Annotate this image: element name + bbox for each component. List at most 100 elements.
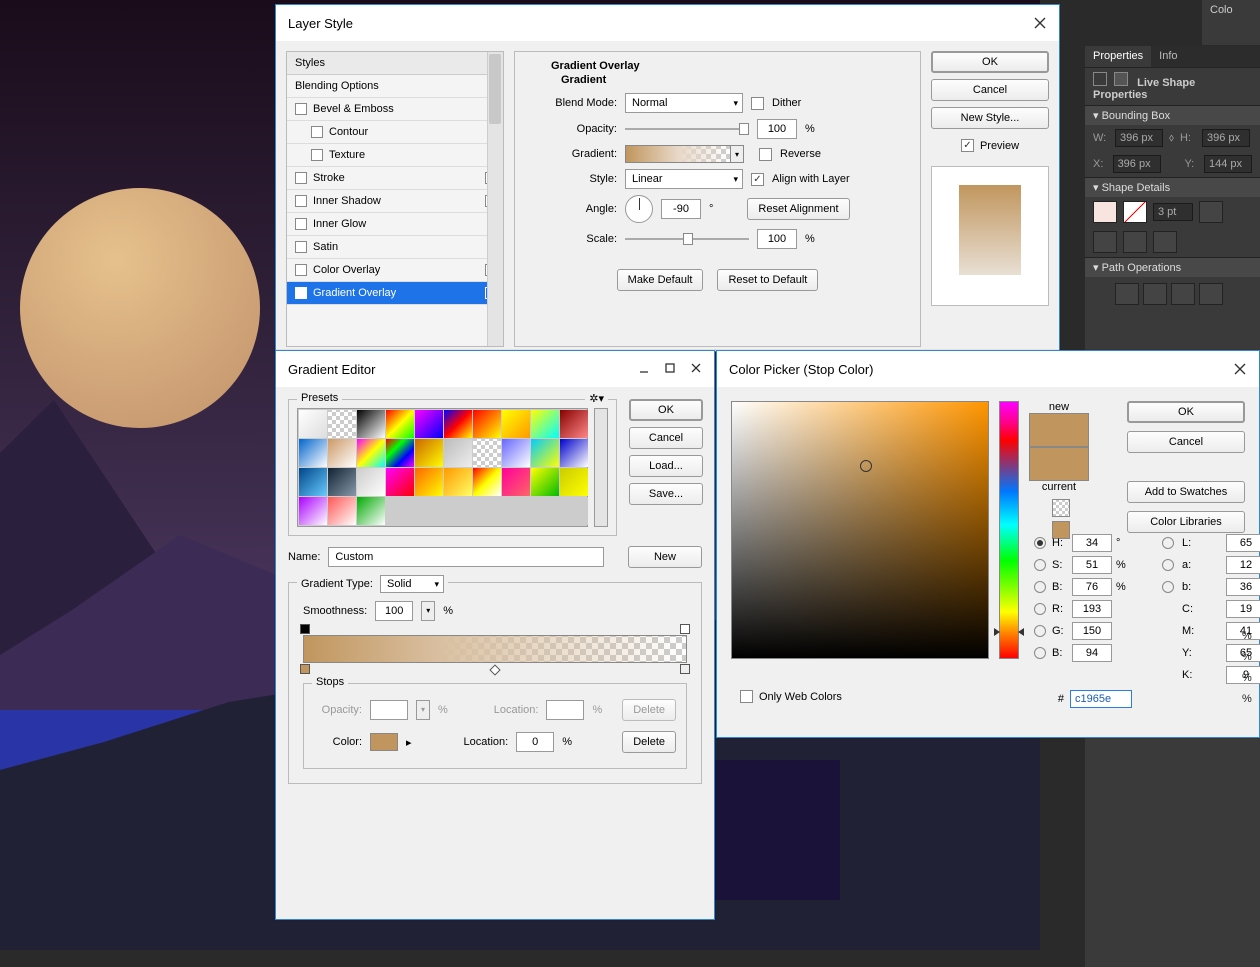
make-default-button[interactable]: Make Default [617, 269, 704, 291]
preset-swatch[interactable] [415, 439, 443, 467]
bb-radio[interactable] [1034, 647, 1046, 659]
minimize-icon[interactable] [638, 362, 650, 377]
c-input[interactable] [1226, 600, 1260, 618]
stroke-type[interactable] [1199, 201, 1223, 223]
a-radio[interactable] [1162, 559, 1174, 571]
ok-button[interactable]: OK [931, 51, 1049, 73]
preset-swatch[interactable] [502, 468, 530, 496]
pathop-intersect[interactable] [1171, 283, 1195, 305]
width-input[interactable] [1115, 129, 1163, 147]
gradient-bar[interactable] [303, 635, 687, 663]
height-input[interactable] [1202, 129, 1250, 147]
delete-color-stop[interactable]: Delete [622, 731, 676, 753]
style-item-texture[interactable]: Texture [287, 144, 503, 167]
pathop-combine[interactable] [1115, 283, 1139, 305]
new-color-swatch[interactable] [1029, 413, 1089, 447]
s-input[interactable] [1072, 556, 1112, 574]
reverse-checkbox[interactable] [759, 148, 772, 161]
preset-swatch[interactable] [560, 468, 588, 496]
add-swatches-button[interactable]: Add to Swatches [1127, 481, 1245, 503]
maximize-icon[interactable] [664, 362, 676, 377]
midpoint-diamond[interactable] [490, 664, 501, 675]
stop-color-swatch[interactable] [370, 733, 398, 751]
style-item-satin[interactable]: Satin [287, 236, 503, 259]
hue-slider[interactable] [999, 401, 1019, 659]
stroke-swatch[interactable] [1123, 201, 1147, 223]
link-icon[interactable]: ⬨ [1169, 132, 1174, 145]
preset-swatch[interactable] [299, 439, 327, 467]
preset-swatch[interactable] [473, 439, 501, 467]
a-input[interactable] [1226, 556, 1260, 574]
styles-scrollbar[interactable] [487, 52, 503, 346]
preset-swatch[interactable] [444, 439, 472, 467]
preset-swatch[interactable] [444, 410, 472, 438]
stroke-caps[interactable] [1123, 231, 1147, 253]
preset-swatch[interactable] [560, 410, 588, 438]
dither-checkbox[interactable] [751, 97, 764, 110]
style-item-color-overlay[interactable]: Color Overlay+ [287, 259, 503, 282]
style-item-gradient-overlay[interactable]: ✓Gradient Overlay+ [287, 282, 503, 305]
path-ops-head[interactable]: ▾ Path Operations [1085, 258, 1260, 277]
preset-swatch[interactable] [415, 468, 443, 496]
opacity-stop-left[interactable] [300, 624, 310, 634]
preset-swatch[interactable] [328, 410, 356, 438]
preview-checkbox[interactable] [961, 139, 974, 152]
preset-swatch[interactable] [357, 497, 385, 525]
color-stop-right[interactable] [680, 664, 690, 674]
preset-swatch[interactable] [386, 439, 414, 467]
scale-slider[interactable] [625, 232, 749, 246]
style-item-blending-options[interactable]: Blending Options [287, 75, 503, 98]
g-input[interactable] [1072, 622, 1112, 640]
b2-radio[interactable] [1162, 581, 1174, 593]
preset-swatch[interactable] [531, 468, 559, 496]
h-input[interactable] [1072, 534, 1112, 552]
preset-swatch[interactable] [328, 439, 356, 467]
preset-swatch[interactable] [386, 468, 414, 496]
angle-dial[interactable] [625, 195, 653, 223]
opacity-stop-right[interactable] [680, 624, 690, 634]
gear-icon[interactable]: ✲▾ [585, 392, 608, 405]
x-input[interactable] [1113, 155, 1161, 173]
s-radio[interactable] [1034, 559, 1046, 571]
preset-swatch[interactable] [299, 468, 327, 496]
save-button[interactable]: Save... [629, 483, 703, 505]
preset-swatch[interactable] [502, 410, 530, 438]
hex-input[interactable] [1070, 690, 1132, 708]
l-radio[interactable] [1162, 537, 1174, 549]
preset-swatch[interactable] [357, 439, 385, 467]
gradient-name-input[interactable] [328, 547, 604, 567]
color-stop-left[interactable] [300, 664, 310, 674]
bb-input[interactable] [1072, 644, 1112, 662]
pathop-exclude[interactable] [1199, 283, 1223, 305]
play-icon[interactable]: ▸ [406, 736, 412, 749]
smoothness-input[interactable] [375, 601, 413, 621]
preset-swatch[interactable] [531, 439, 559, 467]
preset-swatch[interactable] [386, 410, 414, 438]
ok-button[interactable]: OK [629, 399, 703, 421]
preset-swatch[interactable] [299, 410, 327, 438]
y-input[interactable] [1204, 155, 1252, 173]
preset-swatch[interactable] [299, 497, 327, 525]
shape-details-head[interactable]: ▾ Shape Details [1085, 178, 1260, 197]
close-icon[interactable] [1233, 362, 1247, 376]
r-input[interactable] [1072, 600, 1112, 618]
load-button[interactable]: Load... [629, 455, 703, 477]
h-radio[interactable] [1034, 537, 1046, 549]
gradient-preview[interactable]: ▾ [625, 145, 731, 163]
preset-swatch[interactable] [531, 410, 559, 438]
webonly-checkbox[interactable] [740, 690, 753, 703]
preset-swatch[interactable] [328, 468, 356, 496]
chevron-down-icon[interactable]: ▾ [730, 145, 744, 163]
pathop-subtract[interactable] [1143, 283, 1167, 305]
preset-swatch[interactable] [328, 497, 356, 525]
presets-scrollbar[interactable] [594, 408, 608, 527]
preset-swatch[interactable] [560, 439, 588, 467]
tab-info[interactable]: Info [1151, 46, 1185, 67]
bounding-box-head[interactable]: ▾ Bounding Box [1085, 106, 1260, 125]
style-item-contour[interactable]: Contour [287, 121, 503, 144]
tab-properties[interactable]: Properties [1085, 46, 1151, 67]
reset-default-button[interactable]: Reset to Default [717, 269, 818, 291]
preset-swatch[interactable] [357, 468, 385, 496]
b-input[interactable] [1072, 578, 1112, 596]
style-select[interactable]: Linear▾ [625, 169, 743, 189]
